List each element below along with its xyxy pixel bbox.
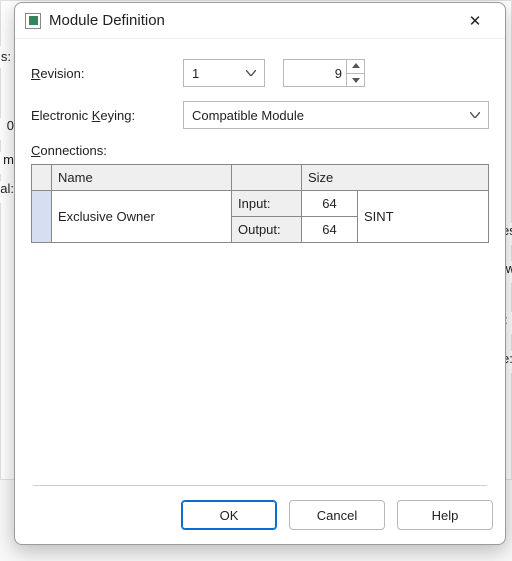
cancel-button[interactable]: Cancel: [289, 500, 385, 530]
table-header-name: Name: [52, 165, 232, 191]
chevron-down-icon: [468, 112, 482, 118]
spinner-up-button[interactable]: [347, 59, 364, 74]
table-header-blank: [232, 165, 302, 191]
direction-input-label: Input:: [232, 191, 302, 217]
bg-text: m: [0, 152, 14, 174]
table-header-row: Name Size: [32, 165, 489, 191]
keying-row: Electronic Keying: Compatible Module: [31, 101, 489, 129]
table-header-selector: [32, 165, 52, 191]
spinner-down-button[interactable]: [347, 74, 364, 88]
revision-major-value: 1: [192, 66, 244, 81]
help-button[interactable]: Help: [397, 500, 493, 530]
dialog-buttons: OK Cancel Help: [15, 490, 505, 544]
row-selector[interactable]: [32, 191, 52, 243]
revision-label: Revision:: [31, 66, 183, 81]
app-icon: [25, 13, 41, 29]
revision-minor-spinner[interactable]: 9: [283, 59, 365, 87]
ok-button[interactable]: OK: [181, 500, 277, 530]
bg-text: s:: [0, 46, 14, 68]
input-size-cell[interactable]: 64: [302, 191, 358, 217]
revision-minor-value: 9: [284, 66, 346, 81]
titlebar: Module Definition ✕: [15, 3, 505, 39]
output-size-cell[interactable]: 64: [302, 217, 358, 243]
keying-label: Electronic Keying:: [31, 108, 183, 123]
connection-name-cell[interactable]: Exclusive Owner: [52, 191, 232, 243]
datatype-cell[interactable]: SINT: [358, 191, 489, 243]
revision-major-select[interactable]: 1: [183, 59, 265, 87]
keying-select[interactable]: Compatible Module: [183, 101, 489, 129]
close-button[interactable]: ✕: [457, 7, 493, 35]
keying-value: Compatible Module: [192, 108, 468, 123]
separator: [33, 485, 487, 486]
spinner-buttons: [346, 59, 364, 87]
direction-output-label: Output:: [232, 217, 302, 243]
close-icon: ✕: [469, 12, 482, 30]
table-row[interactable]: Exclusive Owner Input: 64 SINT: [32, 191, 489, 217]
chevron-down-icon: [244, 70, 258, 76]
bg-text: 0: [0, 118, 14, 140]
module-definition-dialog: Module Definition ✕ Revision: 1 9: [14, 2, 506, 545]
bg-text: al:: [0, 181, 14, 203]
revision-row: Revision: 1 9: [31, 59, 489, 87]
table-header-size: Size: [302, 165, 489, 191]
dialog-title: Module Definition: [49, 12, 457, 29]
connections-table[interactable]: Name Size Exclusive Owner Input: 64 SINT…: [31, 164, 489, 243]
connections-label: Connections:: [31, 143, 489, 158]
